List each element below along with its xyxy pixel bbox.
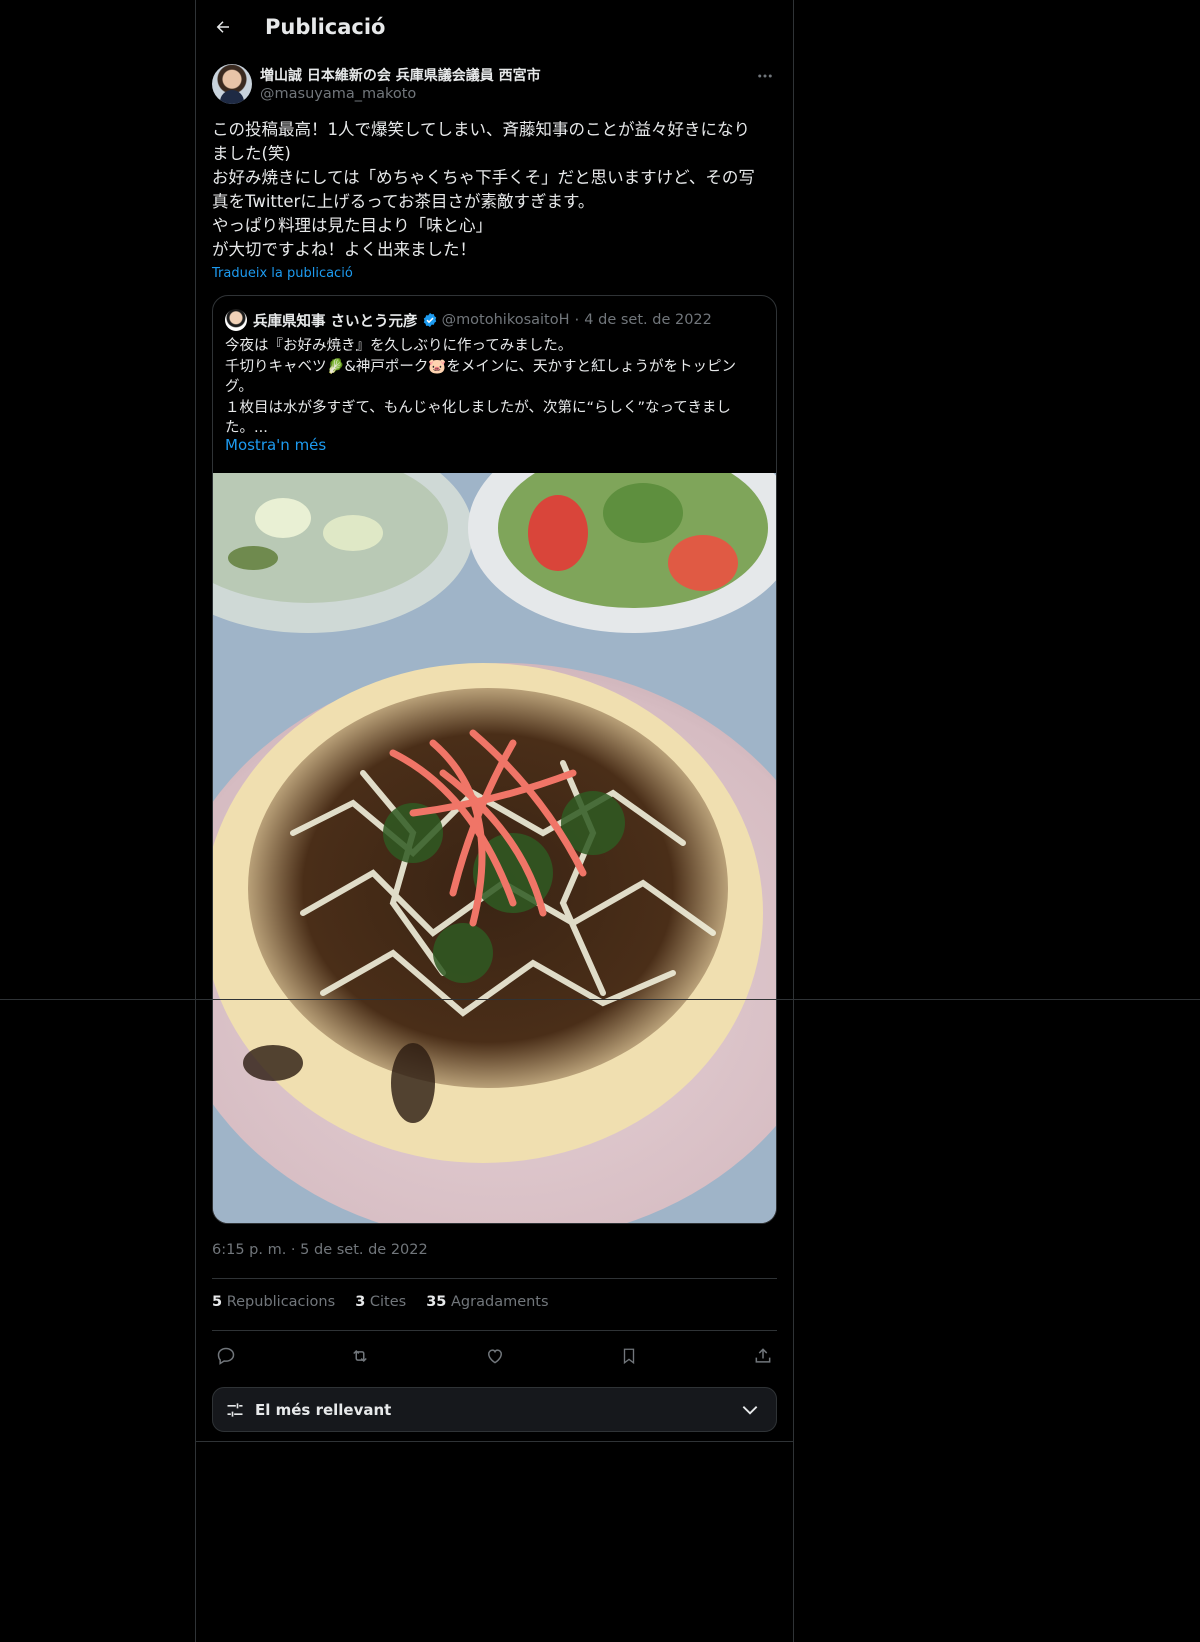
author-name[interactable]: 増山誠 日本維新の会 兵庫県議会議員 西宮市 [260, 65, 541, 85]
translate-post-link[interactable]: Tradueix la publicació [212, 266, 353, 281]
bookmark-icon[interactable] [615, 1343, 643, 1369]
back-arrow-icon[interactable] [206, 10, 240, 44]
post-text-line: やっぱり料理は見た目より「味と心」 [212, 216, 493, 235]
chevron-down-icon [740, 1400, 760, 1424]
post-stats: 5 Republicacions 3 Cites 35 Agradaments [212, 1294, 549, 1310]
post-text-line: お好み焼きにしては「めちゃくちゃ下手くそ」だと思いますけど、その写 [212, 168, 755, 187]
divider [212, 1330, 777, 1331]
quoted-author-avatar[interactable] [225, 309, 247, 331]
quoted-author-name[interactable]: 兵庫県知事 さいとう元彦 [253, 310, 418, 331]
okonomiyaki-photo[interactable] [213, 473, 776, 1223]
quoted-author-handle[interactable]: @motohikosaitoH [442, 312, 570, 328]
author-avatar[interactable] [212, 64, 252, 104]
quoted-text-line: １枚目は水が多すぎて、もんじゃ化しましたが、次第に“らしく”なってきまし [225, 399, 731, 416]
divider [196, 1441, 793, 1442]
sort-label: El més rellevant [255, 1400, 392, 1419]
reply-icon[interactable] [212, 1343, 240, 1369]
sort-replies-dropdown[interactable]: El més rellevant [212, 1387, 777, 1432]
reposts-count: 5 [212, 1294, 223, 1310]
quotes-label: Cites [369, 1294, 407, 1310]
likes-count: 35 [426, 1294, 447, 1310]
more-options-icon[interactable] [753, 64, 777, 88]
post-text: この投稿最高！1人で爆笑してしまい、斉藤知事のことが益々好きになり ました(笑)… [212, 118, 777, 262]
quoted-post-text: 今夜は『お好み焼き』を久しぶりに作ってみました。 千切りキャベツ🥬&神戸ポーク🐷… [225, 336, 765, 439]
like-icon[interactable] [481, 1343, 509, 1369]
page-header: Publicació [196, 0, 793, 53]
quoted-separator-dot: · [574, 311, 580, 329]
likes-label: Agradaments [451, 1294, 549, 1310]
quoted-text-line: グ。 [225, 379, 253, 395]
divider [212, 1278, 777, 1279]
likes-stat[interactable]: 35 Agradaments [426, 1294, 548, 1310]
quoted-text-line: 千切りキャベツ🥬&神戸ポーク🐷をメインに、天かすと紅しょうがをトッピン [225, 358, 736, 375]
post-text-line: 真をTwitterに上げるってお茶目さが素敵すぎます。 [212, 192, 595, 211]
verified-badge-icon [422, 312, 438, 328]
repost-icon[interactable] [346, 1343, 374, 1369]
author-handle[interactable]: @masuyama_makoto [260, 86, 416, 102]
reposts-label: Republicacions [226, 1294, 336, 1310]
post-text-line: この投稿最高！1人で爆笑してしまい、斉藤知事のことが益々好きになり [212, 120, 751, 139]
post-timestamp[interactable]: 6:15 p. m. · 5 de set. de 2022 [212, 1242, 428, 1258]
quoted-post-header: 兵庫県知事 さいとう元彦 @motohikosaitoH · 4 de set.… [225, 308, 712, 332]
post-text-line: ました(笑) [212, 144, 291, 163]
main-column: Publicació 増山誠 日本維新の会 兵庫県議会議員 西宮市 @masuy… [195, 0, 794, 1642]
quotes-count: 3 [355, 1294, 366, 1310]
share-icon[interactable] [749, 1343, 777, 1369]
post-actions [212, 1343, 777, 1369]
quoted-text-line: 今夜は『お好み焼き』を久しぶりに作ってみました。 [225, 338, 573, 354]
filter-sliders-icon [225, 1400, 245, 1420]
post-author: 増山誠 日本維新の会 兵庫県議会議員 西宮市 @masuyama_makoto [212, 64, 777, 108]
quoted-post-date[interactable]: 4 de set. de 2022 [584, 312, 712, 328]
page-title: Publicació [265, 14, 386, 39]
screen-divider-line [0, 999, 1200, 1000]
quoted-post[interactable]: 兵庫県知事 さいとう元彦 @motohikosaitoH · 4 de set.… [212, 295, 777, 1224]
show-more-link[interactable]: Mostra'n més [225, 436, 326, 454]
reposts-stat[interactable]: 5 Republicacions [212, 1294, 335, 1310]
post-text-line: が大切ですよね！よく出来ました！ [212, 240, 476, 259]
quotes-stat[interactable]: 3 Cites [355, 1294, 406, 1310]
